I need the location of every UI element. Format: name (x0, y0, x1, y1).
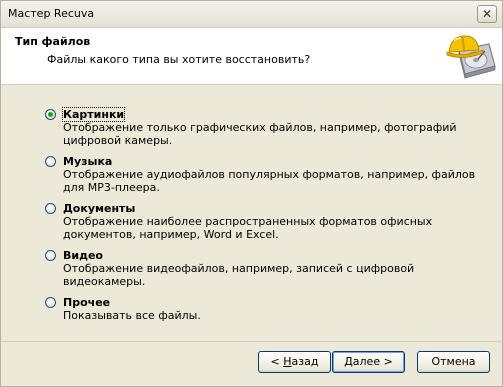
option-music-label[interactable]: Музыка (63, 155, 485, 168)
option-other-description: Показывать все файлы. (63, 309, 201, 322)
wizard-header: Тип файлов Файлы какого типа вы хотите в… (1, 28, 502, 85)
recuva-logo-icon (446, 35, 496, 79)
close-icon: ✕ (481, 7, 493, 21)
recuva-wizard-window: Мастер Recuva ✕ Тип файлов Файлы какого … (0, 0, 503, 387)
back-button[interactable]: < Назад (258, 351, 331, 373)
option-pictures-label[interactable]: Картинки (61, 107, 126, 122)
close-button[interactable]: ✕ (477, 5, 497, 23)
next-button[interactable]: Далее > (332, 351, 405, 373)
radio-music[interactable] (45, 156, 56, 167)
back-button-rest: азад (291, 355, 319, 368)
cancel-button[interactable]: Отмена (417, 351, 490, 373)
option-documents-label[interactable]: Документы (63, 202, 485, 215)
option-pictures[interactable]: Картинки Отображение только графических … (45, 107, 485, 147)
back-button-prefix: < (270, 355, 284, 368)
window-title: Мастер Recuva (8, 7, 95, 20)
option-video-description: Отображение видеофайлов, например, запис… (63, 262, 415, 288)
file-type-options: Картинки Отображение только графических … (45, 107, 485, 330)
option-video[interactable]: Видео Отображение видеофайлов, например,… (45, 249, 485, 288)
title-bar[interactable]: Мастер Recuva ✕ (1, 1, 502, 28)
option-other-label[interactable]: Прочее (63, 296, 485, 309)
footer-divider (1, 341, 502, 342)
option-music-description: Отображение аудиофайлов популярных форма… (63, 168, 476, 194)
radio-pictures[interactable] (45, 109, 56, 120)
option-other[interactable]: Прочее Показывать все файлы. (45, 296, 485, 322)
option-documents[interactable]: Документы Отображение наиболее распростр… (45, 202, 485, 241)
radio-video[interactable] (45, 250, 56, 261)
option-pictures-description: Отображение только графических файлов, н… (63, 121, 457, 147)
option-documents-description: Отображение наиболее распространенных фо… (63, 215, 433, 241)
option-video-label[interactable]: Видео (63, 249, 485, 262)
page-subtitle: Файлы какого типа вы хотите восстановить… (47, 53, 311, 66)
radio-documents[interactable] (45, 203, 56, 214)
back-button-accelerator: Н (283, 355, 292, 368)
option-music[interactable]: Музыка Отображение аудиофайлов популярны… (45, 155, 485, 194)
radio-other[interactable] (45, 297, 56, 308)
page-title: Тип файлов (15, 35, 91, 48)
